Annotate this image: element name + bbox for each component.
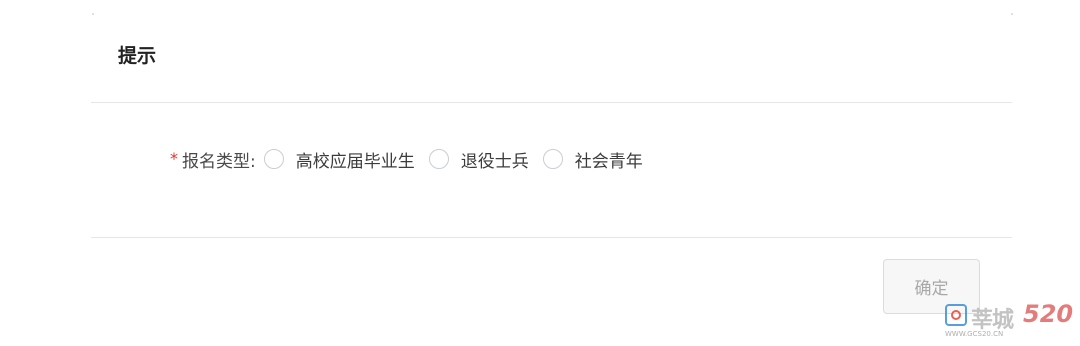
radio-circle-graduate[interactable] xyxy=(263,149,284,169)
dialog-title: 提示 xyxy=(118,45,157,67)
registration-type-field: * 报名类型: 高校应届毕业生 退役士兵 社会青年 xyxy=(170,143,657,175)
radio-option-social-youth[interactable]: 社会青年 xyxy=(542,147,643,172)
radio-circle-veteran[interactable] xyxy=(428,149,449,169)
radio-option-veteran[interactable]: 退役士兵 xyxy=(428,147,529,172)
radio-option-graduate[interactable]: 高校应届毕业生 xyxy=(263,147,415,172)
site-watermark: 莘城 520 WWW.GCS20.CN xyxy=(945,300,1075,342)
required-mark: * xyxy=(170,148,178,168)
prompt-dialog: 提示 * 报名类型: 高校应届毕业生 退役士兵 社会青年 确定 莘城 520 W… xyxy=(0,0,1080,346)
radio-label-graduate[interactable]: 高校应届毕业生 xyxy=(296,147,415,172)
radio-label-veteran[interactable]: 退役士兵 xyxy=(461,147,529,172)
header-divider xyxy=(91,102,1012,103)
radio-label-social-youth[interactable]: 社会青年 xyxy=(575,147,643,172)
watermark-url: WWW.GCS20.CN xyxy=(945,330,1004,338)
watermark-number: 520 xyxy=(1023,300,1074,328)
footer-divider xyxy=(91,237,1012,238)
corner-dot-left xyxy=(92,13,94,15)
watermark-logo-icon xyxy=(945,304,967,326)
radio-circle-social-youth[interactable] xyxy=(542,149,563,169)
registration-type-label: 报名类型: xyxy=(182,151,256,172)
corner-dot-right xyxy=(1011,13,1013,15)
